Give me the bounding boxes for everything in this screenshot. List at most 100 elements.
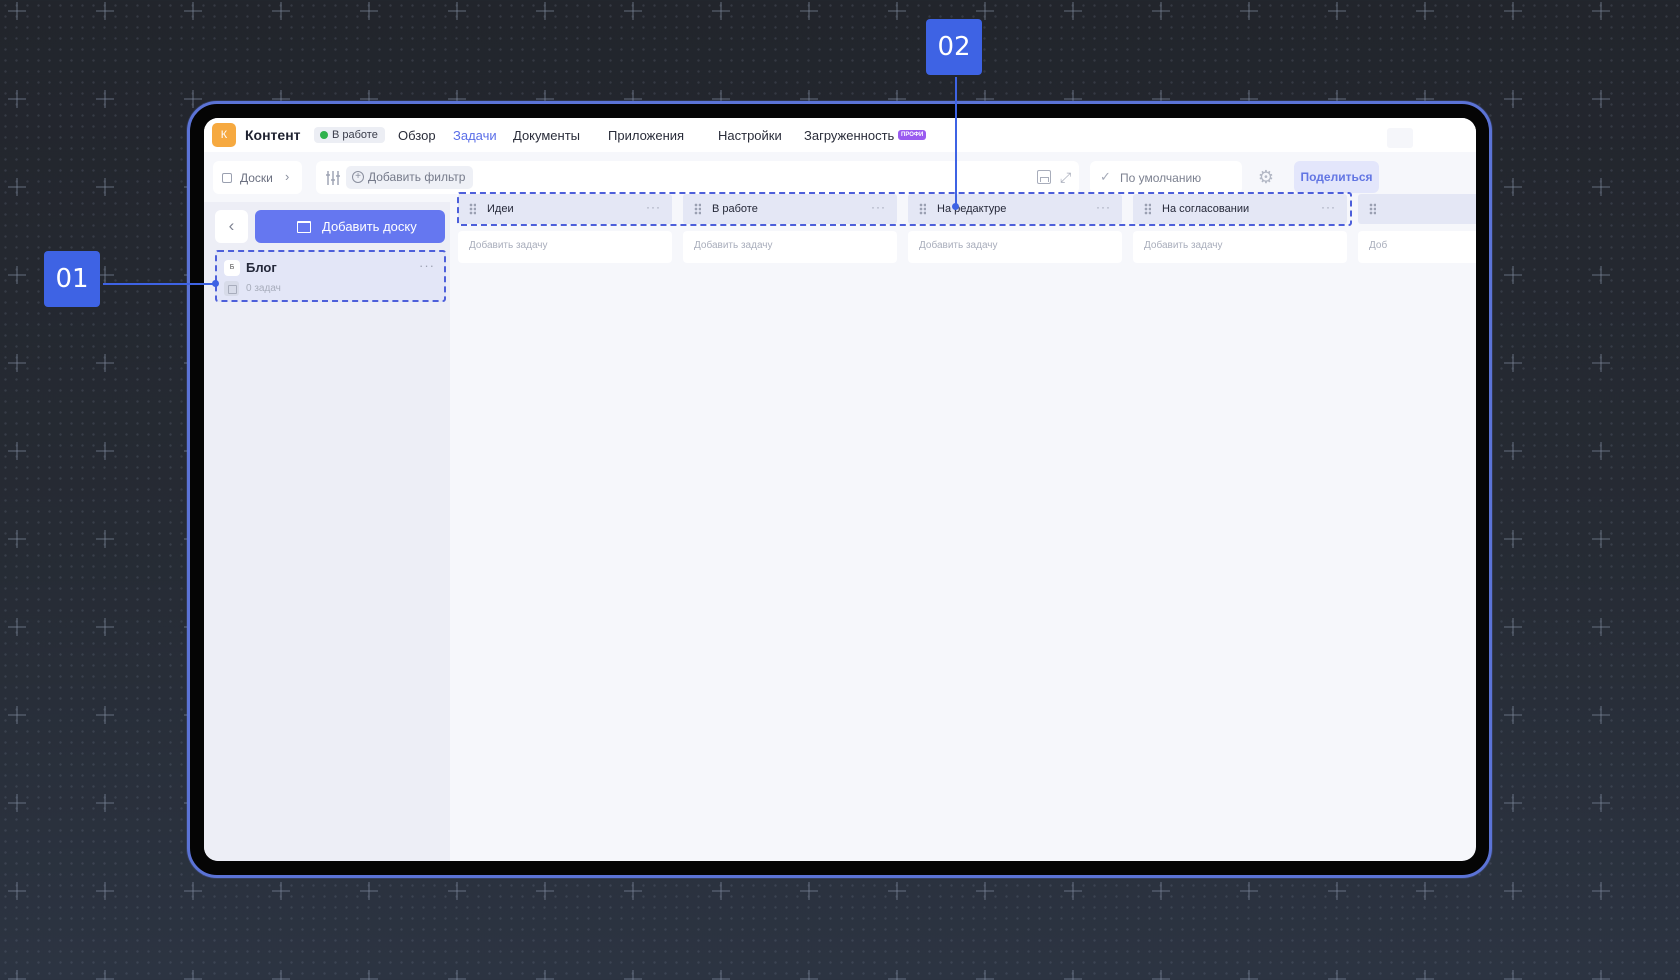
plus-mark	[448, 2, 466, 20]
grip-icon[interactable]	[1144, 203, 1151, 215]
plus-mark	[1504, 794, 1522, 812]
plus-mark	[8, 354, 26, 372]
plus-mark	[96, 706, 114, 724]
callout-dot-02	[952, 203, 959, 210]
plus-mark	[272, 882, 290, 900]
add-task-button[interactable]: Добавить задачу	[908, 231, 1122, 263]
add-task-button[interactable]: Добавить задачу	[1133, 231, 1347, 263]
plus-mark	[448, 882, 466, 900]
plus-mark	[976, 882, 994, 900]
plus-mark	[96, 442, 114, 460]
callout-01: 01	[44, 251, 100, 307]
more-icon[interactable]: ···	[1321, 200, 1336, 214]
tab-settings[interactable]: Настройки	[718, 128, 782, 143]
tab-workload[interactable]: Загруженность	[804, 128, 894, 143]
view-selector[interactable]: ✓ По умолчанию	[1090, 161, 1242, 194]
plus-mark	[96, 354, 114, 372]
tab-apps[interactable]: Приложения	[608, 128, 684, 143]
chevron-left-icon[interactable]: ‹	[215, 210, 248, 243]
plus-mark	[712, 2, 730, 20]
avatar[interactable]	[1387, 128, 1413, 148]
check-icon: ✓	[1100, 169, 1111, 184]
column-name: В работе	[712, 203, 758, 215]
plus-mark	[1328, 882, 1346, 900]
plus-mark	[1152, 970, 1170, 980]
more-icon[interactable]: ···	[646, 200, 661, 214]
grip-icon[interactable]	[1369, 203, 1376, 215]
share-button[interactable]: Поделиться	[1294, 161, 1379, 193]
plus-mark	[1504, 970, 1522, 980]
column-header[interactable]	[1358, 194, 1476, 224]
plus-mark	[800, 970, 818, 980]
sliders-icon[interactable]	[325, 170, 341, 186]
plus-mark	[1504, 266, 1522, 284]
plus-mark	[1504, 706, 1522, 724]
more-icon[interactable]: ···	[1096, 200, 1111, 214]
add-task-button[interactable]: Доб	[1358, 231, 1476, 263]
add-board-button[interactable]: Добавить доску	[255, 210, 445, 243]
plus-circle-icon: +	[352, 171, 364, 183]
gear-icon[interactable]: ⚙	[1255, 166, 1277, 188]
plus-mark	[8, 442, 26, 460]
column-name: На редактуре	[937, 203, 1007, 215]
add-task-button[interactable]: Добавить задачу	[458, 231, 672, 263]
view-label: По умолчанию	[1120, 171, 1202, 185]
plus-mark	[96, 794, 114, 812]
plus-mark	[1328, 970, 1346, 980]
plus-mark	[8, 794, 26, 812]
expand-icon[interactable]: ⤢	[1060, 169, 1071, 186]
plus-mark	[8, 266, 26, 284]
plus-mark	[360, 882, 378, 900]
plus-mark	[8, 90, 26, 108]
plus-mark	[1064, 2, 1082, 20]
board-icon	[222, 173, 232, 183]
plus-mark	[1592, 266, 1610, 284]
tab-documents[interactable]: Документы	[513, 128, 580, 143]
plus-mark	[1592, 618, 1610, 636]
column-name: На согласовании	[1162, 203, 1250, 215]
tab-overview[interactable]: Обзор	[398, 128, 436, 143]
add-filter-button[interactable]: + Добавить фильтр	[346, 166, 474, 189]
plus-mark	[1328, 2, 1346, 20]
board-tag: Б	[224, 260, 240, 276]
plus-mark	[1064, 882, 1082, 900]
plus-mark	[800, 882, 818, 900]
grip-icon[interactable]	[694, 203, 701, 215]
add-filter-label: Добавить фильтр	[368, 170, 466, 184]
plus-mark	[536, 2, 554, 20]
plus-mark	[1592, 794, 1610, 812]
plus-mark	[8, 706, 26, 724]
callout-leader-01	[103, 283, 217, 285]
plus-mark	[1416, 2, 1434, 20]
column-header[interactable]: В работе ···	[683, 194, 897, 224]
plus-mark	[712, 882, 730, 900]
boards-button[interactable]: Доски ›	[213, 161, 302, 194]
tab-tasks[interactable]: Задачи	[453, 128, 497, 143]
plus-mark	[1592, 530, 1610, 548]
board-name: Блог	[246, 260, 277, 275]
grip-icon[interactable]	[919, 203, 926, 215]
grip-icon[interactable]	[469, 203, 476, 215]
plus-mark	[1504, 530, 1522, 548]
column-header[interactable]: Идеи ···	[458, 194, 672, 224]
column-header[interactable]: На согласовании ···	[1133, 194, 1347, 224]
plus-mark	[1592, 970, 1610, 980]
more-icon[interactable]: ···	[871, 200, 886, 214]
app-logo: К	[212, 123, 236, 147]
plus-mark	[1240, 882, 1258, 900]
save-icon[interactable]	[1037, 170, 1051, 184]
plus-mark	[8, 882, 26, 900]
plus-mark	[96, 618, 114, 636]
plus-mark	[96, 178, 114, 196]
plus-mark	[1504, 618, 1522, 636]
more-icon[interactable]: ···	[419, 258, 435, 273]
status-badge[interactable]: В работе	[314, 127, 385, 143]
column-name: Идеи	[487, 203, 514, 215]
pro-badge: ПРОФИ	[898, 130, 927, 140]
plus-mark	[96, 2, 114, 20]
board-card[interactable]: Б Блог ··· 0 задач	[215, 250, 446, 302]
column-header[interactable]: На редактуре ···	[908, 194, 1122, 224]
add-task-button[interactable]: Добавить задачу	[683, 231, 897, 263]
plus-mark	[360, 2, 378, 20]
callout-02: 02	[926, 19, 982, 75]
